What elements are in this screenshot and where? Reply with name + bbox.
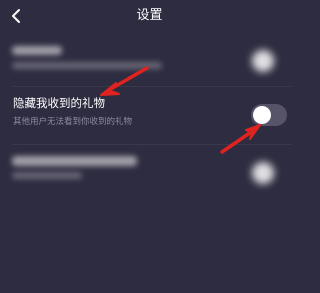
blurred-label	[12, 46, 62, 55]
blurred-description	[12, 172, 82, 179]
annotation-arrow-icon	[100, 66, 149, 96]
settings-screen: 设置 隐藏我收到的礼物 其他用户无法看到你收到的礼物	[0, 0, 299, 293]
page-title: 设置	[136, 8, 163, 23]
blurred-label	[12, 156, 137, 166]
annotation-arrow-icon	[220, 124, 261, 154]
header: 设置	[0, 0, 299, 32]
blurred-toggle	[252, 162, 274, 184]
setting-description: 其他用户无法看到你收到的礼物	[13, 117, 133, 127]
blurred-toggle	[252, 50, 274, 72]
setting-label: 隐藏我收到的礼物	[13, 96, 105, 110]
